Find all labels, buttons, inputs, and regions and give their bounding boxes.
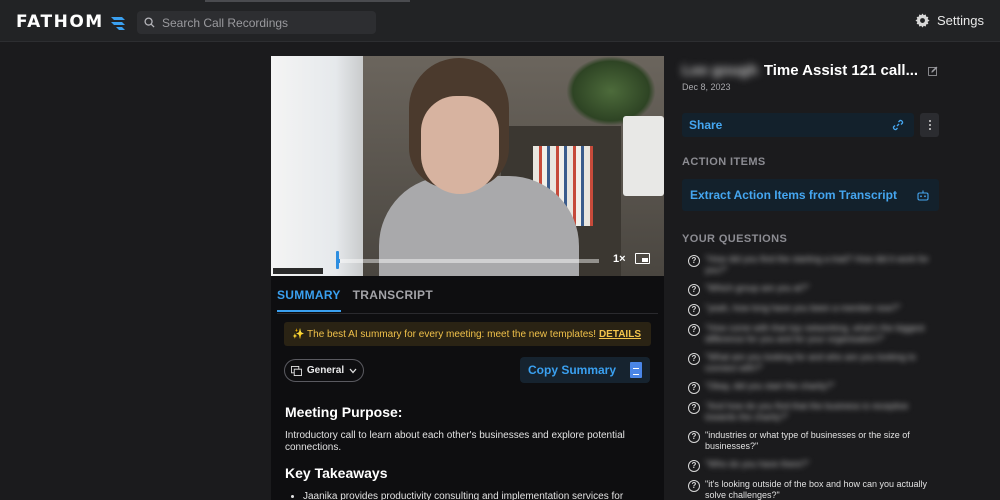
question-icon: ? [688,255,700,267]
settings-label: Settings [937,13,984,28]
template-icon [290,365,302,376]
question-icon: ? [688,431,700,443]
video-controls: 1× [271,246,664,276]
more-dot [928,124,931,126]
question-text: "What are you looking for and who are yo… [705,352,916,373]
edit-icon[interactable] [928,66,938,76]
logo-text: FATHOM [16,12,104,32]
template-select-button[interactable]: General [284,359,364,382]
call-participant-name: Lee gough [682,62,758,79]
playback-speed-button[interactable]: 1× [613,253,626,265]
question-icon: ? [688,460,700,472]
question-icon: ? [688,353,700,365]
question-icon: ? [688,284,700,296]
share-label: Share [689,118,723,132]
question-item[interactable]: ? "What are you looking for and who are … [688,352,938,374]
question-text: "industries or what type of businesses o… [705,430,910,451]
question-icon: ? [688,402,700,414]
question-item[interactable]: ? "Okay, did you start the charity?" [688,381,938,394]
question-text: "How did you find the starting a trad? H… [705,254,929,275]
more-options-button[interactable] [920,113,939,137]
summary-content: Meeting Purpose: Introductory call to le… [285,404,655,500]
question-icon: ? [688,304,700,316]
video-frame-window [271,56,363,276]
top-nav: FATHOM Settings [0,0,1000,42]
summary-panel: SUMMARY TRANSCRIPT ✨ The best AI summary… [271,276,664,500]
google-docs-icon [630,362,643,378]
video-scrub-handle[interactable] [336,251,339,269]
question-item[interactable]: ? "it's looking outside of the box and h… [688,479,938,500]
extract-action-items-button[interactable]: Extract Action Items from Transcript [682,179,939,211]
question-text: "yeah, how long have you been a member n… [705,303,901,313]
question-item[interactable]: ? "industries or what type of businesses… [688,430,938,452]
question-text: "How come with that top networking, what… [705,323,925,344]
question-item[interactable]: ? "How come with that top networking, wh… [688,323,938,345]
your-questions-heading: YOUR QUESTIONS [682,233,788,245]
search-bar[interactable] [137,11,376,34]
question-item[interactable]: ? "Who do you have there?" [688,459,938,472]
question-icon: ? [688,480,700,492]
tab-transcript[interactable]: TRANSCRIPT [353,288,433,312]
templates-banner: ✨ The best AI summary for every meeting:… [284,322,651,346]
action-items-heading: ACTION ITEMS [682,156,766,168]
banner-details-link[interactable]: DETAILS [599,329,641,340]
copy-summary-button[interactable]: Copy Summary [520,357,650,383]
video-progress-bar[interactable] [337,259,599,263]
question-text: "And how do you find that the business i… [705,401,909,422]
question-icon: ? [688,382,700,394]
takeaway-item: Jaanika provides productivity consulting… [303,491,655,500]
extract-action-items-label: Extract Action Items from Transcript [690,188,897,202]
question-item[interactable]: ? "And how do you find that the business… [688,401,938,423]
tab-summary[interactable]: SUMMARY [277,288,341,312]
browser-tab-indicator [205,0,410,2]
question-item[interactable]: ? "How did you find the starting a trad?… [688,254,938,276]
question-text: "it's looking outside of the box and how… [705,479,928,500]
tabs-divider [277,313,658,314]
question-item[interactable]: ? "yeah, how long have you been a member… [688,303,938,316]
question-icon: ? [688,324,700,336]
video-player[interactable]: 1× [271,56,664,276]
picture-in-picture-icon[interactable] [635,253,650,264]
fathom-logo-icon [110,17,125,30]
video-frame-person-face [421,96,499,194]
link-icon [892,119,904,131]
question-item[interactable]: ? "Which group are you at?" [688,283,938,296]
key-takeaways-heading: Key Takeaways [285,465,388,481]
question-text: "Which group are you at?" [705,283,810,293]
call-date: Dec 8, 2023 [682,82,731,92]
template-select-label: General [306,365,345,376]
question-text: "Okay, did you start the charity?" [705,381,835,391]
fathom-logo[interactable]: FATHOM [16,12,126,32]
panel-tabs: SUMMARY TRANSCRIPT [277,288,433,312]
banner-message: ✨ The best AI summary for every meeting:… [292,328,597,340]
meeting-purpose-text: Introductory call to learn about each ot… [285,430,625,453]
robot-icon [917,190,929,201]
more-dot [928,128,931,130]
takeaways-list: Jaanika provides productivity consulting… [285,491,655,500]
search-icon [144,17,155,28]
gear-icon [915,13,930,28]
video-frame-printer [623,116,664,196]
chevron-down-icon [349,368,357,373]
question-text: "Who do you have there?" [705,459,810,469]
copy-summary-label: Copy Summary [528,363,617,377]
share-button[interactable]: Share [682,113,914,137]
settings-button[interactable]: Settings [915,13,984,28]
call-title-row: Lee gough Time Assist 121 call... [682,62,942,79]
more-dot [928,120,931,122]
call-title: Time Assist 121 call... [763,62,919,79]
meeting-purpose-heading: Meeting Purpose: [285,404,403,420]
search-input[interactable] [162,15,362,30]
questions-list: ? "How did you find the starting a trad?… [688,254,938,500]
